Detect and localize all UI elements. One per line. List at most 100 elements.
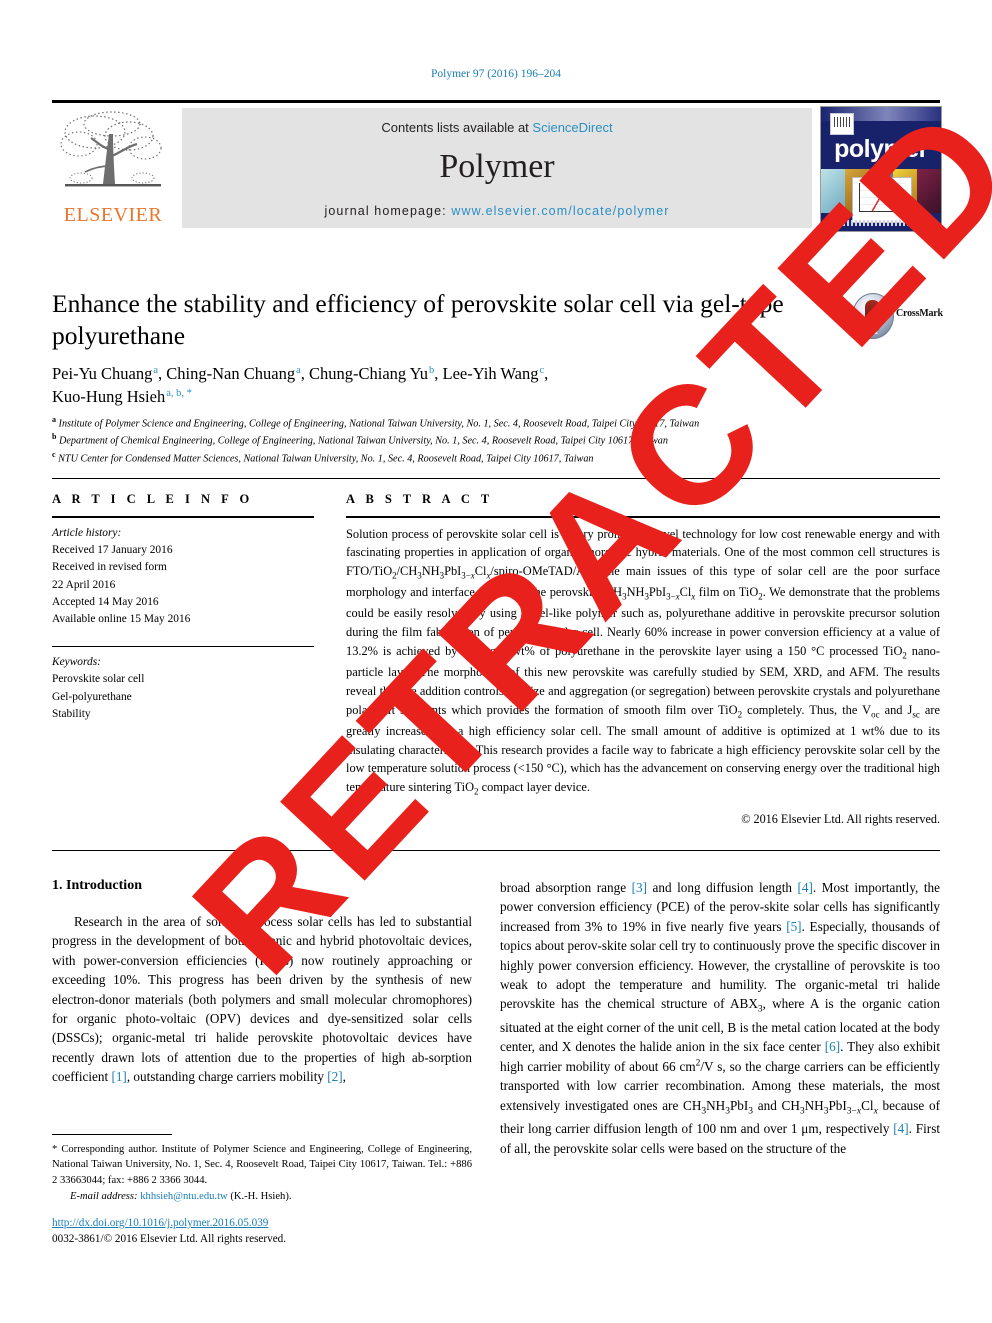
- crossmark-badge[interactable]: CrossMark: [852, 293, 944, 339]
- cover-journal-name: polymer: [834, 135, 928, 163]
- homepage-prefix: journal homepage:: [324, 204, 452, 218]
- citation-ref[interactable]: [4]: [893, 1121, 908, 1136]
- affiliation-mark: b: [52, 432, 57, 442]
- intro-seg: PbI: [828, 1097, 847, 1113]
- author-affil-mark: c: [539, 364, 545, 376]
- intro-seg: NH: [804, 1097, 824, 1113]
- citation-ref[interactable]: [4]: [798, 880, 813, 895]
- author-affil-mark: a: [296, 364, 301, 376]
- email-suffix: (K.-H. Hsieh).: [227, 1191, 292, 1203]
- keyword-item: Stability: [52, 708, 91, 721]
- journal-banner: ELSEVIER Contents lists available at Sci…: [52, 100, 942, 232]
- intro-seg: PbI: [729, 1097, 749, 1113]
- body-column-right: broad absorption range [3] and long diff…: [500, 878, 940, 1158]
- author-affil-mark: a: [153, 364, 159, 376]
- running-head: Polymer 97 (2016) 196–204: [430, 68, 561, 80]
- footnote-address: Corresponding author. Institute of Polym…: [52, 1144, 472, 1186]
- abstract-seg: PbI: [648, 585, 667, 600]
- article-history-block: Article history: Received 17 January 201…: [52, 525, 314, 629]
- email-link[interactable]: khhsieh@ntu.edu.tw: [140, 1191, 227, 1202]
- intro-seg: and long diffusion length: [646, 880, 798, 895]
- keywords-block: Keywords: Perovskite solar cell Gel-poly…: [52, 654, 314, 723]
- footnote-body: * Corresponding author. Institute of Pol…: [52, 1142, 472, 1188]
- paper-page: Polymer 97 (2016) 196–204 ELSEVIER Conte…: [0, 0, 992, 1323]
- keyword-item: Gel-polyurethane: [52, 690, 132, 703]
- keyword-item: Perovskite solar cell: [52, 673, 145, 686]
- section-divider-bottom: [52, 850, 940, 851]
- abstract-copyright: © 2016 Elsevier Ltd. All rights reserved…: [741, 812, 940, 827]
- intro-paragraph-left: Research in the area of solution-process…: [52, 912, 472, 1087]
- author-list: Pei-Yu Chuanga, Ching-Nan Chuanga, Chung…: [52, 364, 549, 407]
- article-history-item: Received in revised form: [52, 561, 167, 574]
- article-history-item: Received 17 January 2016: [52, 543, 173, 556]
- keywords-label: Keywords:: [52, 656, 101, 669]
- doi-block: http://dx.doi.org/10.1016/j.polymer.2016…: [52, 1216, 492, 1248]
- cover-publisher-mark-icon: [830, 113, 854, 135]
- article-history-label: Article history:: [52, 526, 122, 539]
- abstract-heading: A B S T R A C T: [346, 492, 494, 506]
- abstract-seg: film on TiO: [695, 585, 759, 600]
- affiliation-item: c NTU Center for Condensed Matter Scienc…: [52, 449, 932, 466]
- abstract-seg: NH: [421, 564, 440, 579]
- abstract-seg: and J: [879, 702, 913, 717]
- citation-ref[interactable]: [3]: [632, 880, 647, 895]
- author-affil-mark: a, b, *: [166, 387, 192, 399]
- abstract-seg: Cl: [474, 564, 487, 579]
- article-info-column: A R T I C L E I N F O Article history: R…: [52, 492, 314, 723]
- abstract-seg: NH: [626, 585, 645, 600]
- intro-paragraph-right: broad absorption range [3] and long diff…: [500, 880, 941, 1156]
- contents-available-line: Contents lists available at ScienceDirec…: [182, 120, 812, 135]
- affiliation-text: Institute of Polymer Science and Enginee…: [58, 418, 700, 430]
- author-name: Chung-Chiang Yu: [309, 364, 429, 383]
- banner-center-panel: Contents lists available at ScienceDirec…: [182, 108, 812, 228]
- affiliation-item: b Department of Chemical Engineering, Co…: [52, 431, 932, 448]
- elsevier-tree-icon: [57, 110, 169, 202]
- article-info-rule: [52, 516, 314, 518]
- journal-cover-thumbnail: polymer: [820, 106, 942, 232]
- intro-seg: Research in the area of solution-process…: [52, 914, 472, 1085]
- contents-prefix: Contents lists available at: [381, 120, 533, 135]
- affiliation-item: a Institute of Polymer Science and Engin…: [52, 414, 932, 431]
- abstract-seg: /CH: [396, 564, 418, 579]
- affiliation-mark: c: [52, 449, 56, 459]
- affiliation-list: a Institute of Polymer Science and Engin…: [52, 414, 932, 466]
- intro-seg: , outstanding charge carriers mobility: [126, 1069, 328, 1085]
- homepage-link[interactable]: www.elsevier.com/locate/polymer: [451, 204, 669, 218]
- affiliation-text: Department of Chemical Engineering, Coll…: [59, 435, 668, 447]
- keywords-rule: [52, 645, 314, 648]
- elsevier-wordmark: ELSEVIER: [63, 204, 163, 226]
- author-name: Ching-Nan Chuang: [166, 364, 296, 383]
- abstract-text: Solution process of perovskite solar cel…: [346, 526, 940, 797]
- article-history-item: Accepted 14 May 2016: [52, 595, 159, 608]
- banner-top-rule: [52, 100, 940, 103]
- affiliation-text: NTU Center for Condensed Matter Sciences…: [58, 453, 594, 465]
- abstract-seg: compact layer device.: [478, 780, 590, 795]
- abstract-seg: completely. Thus, the V: [742, 702, 872, 717]
- crossmark-icon: [852, 293, 894, 339]
- body-column-left: 1. Introduction Research in the area of …: [52, 878, 472, 1087]
- citation-ref[interactable]: [1]: [111, 1069, 126, 1084]
- intro-seg: and CH: [753, 1097, 800, 1113]
- article-history-item: 22 April 2016: [52, 578, 116, 591]
- abstract-column: A B S T R A C T Solution process of pero…: [346, 492, 940, 827]
- intro-seg: ,: [342, 1069, 346, 1085]
- elsevier-logo: ELSEVIER: [52, 108, 174, 228]
- footnote-email-line: E-mail address: khhsieh@ntu.edu.tw (K.-H…: [52, 1189, 472, 1204]
- section-divider-top: [52, 478, 940, 479]
- sciencedirect-link[interactable]: ScienceDirect: [532, 120, 612, 135]
- citation-ref[interactable]: [2]: [327, 1069, 342, 1084]
- affiliation-mark: a: [52, 415, 56, 424]
- crossmark-label: CrossMark: [896, 308, 943, 319]
- email-label: E-mail address:: [70, 1191, 138, 1203]
- cover-chart-inset: [852, 177, 912, 223]
- article-history-item: Available online 15 May 2016: [52, 613, 191, 626]
- journal-title: Polymer: [439, 148, 555, 185]
- abstract-seg: PbI: [444, 564, 462, 579]
- author-name: Pei-Yu Chuang: [52, 364, 153, 383]
- intro-seg: broad absorption range: [500, 880, 632, 895]
- author-affil-mark: b: [429, 364, 435, 376]
- citation-ref[interactable]: [6]: [825, 1039, 840, 1054]
- citation-ref[interactable]: [5]: [786, 919, 801, 934]
- doi-link[interactable]: http://dx.doi.org/10.1016/j.polymer.2016…: [52, 1216, 492, 1232]
- issn-copyright-line: 0032-3861/© 2016 Elsevier Ltd. All right…: [52, 1232, 287, 1245]
